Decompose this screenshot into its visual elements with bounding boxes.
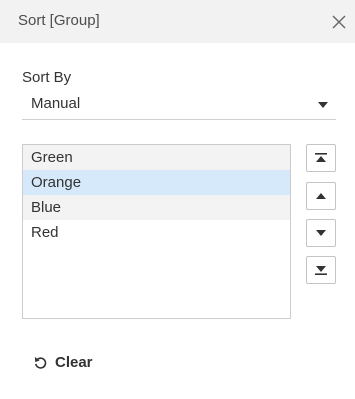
close-icon [332, 15, 346, 29]
reset-icon [34, 356, 47, 369]
move-to-bottom-button[interactable] [306, 256, 336, 284]
dialog-title-bar: Sort [Group] [0, 0, 355, 43]
sort-by-dropdown[interactable]: Manual [22, 90, 336, 120]
move-down-icon [316, 230, 326, 236]
move-to-top-button[interactable] [306, 144, 336, 172]
list-item[interactable]: Orange [23, 170, 290, 195]
sort-by-value: Manual [31, 95, 81, 112]
list-item[interactable]: Blue [23, 195, 290, 220]
caret-down-icon [318, 102, 328, 108]
sort-order-list[interactable]: Green Orange Blue Red [22, 144, 291, 319]
move-up-button[interactable] [306, 182, 336, 210]
move-up-icon [316, 193, 326, 199]
clear-label: Clear [55, 353, 93, 371]
close-button[interactable] [329, 12, 349, 32]
list-item[interactable]: Red [23, 220, 290, 245]
move-to-bottom-icon [315, 266, 327, 275]
move-down-button[interactable] [306, 219, 336, 247]
move-to-top-icon [315, 153, 327, 162]
sort-by-label: Sort By [22, 69, 72, 86]
clear-button[interactable]: Clear [33, 352, 93, 372]
list-item[interactable]: Green [23, 145, 290, 170]
dialog-title: Sort [Group] [18, 12, 100, 29]
